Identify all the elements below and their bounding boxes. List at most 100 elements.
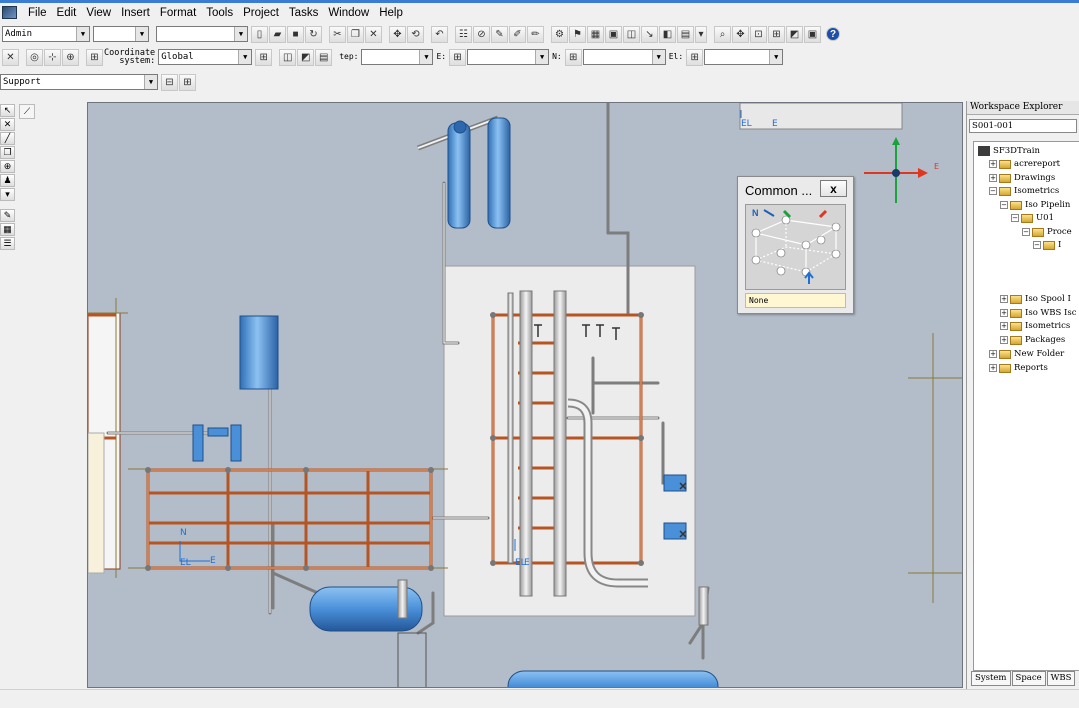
expand-toggle-icon[interactable]: − bbox=[989, 187, 997, 195]
explorer-tree[interactable]: SF3DTrain + acrereport + Drawings − Isometrics… bbox=[973, 141, 1079, 671]
pinpoint-icon[interactable]: ⊕ bbox=[62, 48, 79, 66]
chevron-down-icon[interactable]: ▾ bbox=[695, 25, 707, 43]
edit-tool-icon[interactable]: ✎ bbox=[0, 209, 15, 222]
e-coordinate-field[interactable]: ▼ bbox=[467, 49, 550, 65]
tree-item[interactable]: SF3DTrain bbox=[978, 145, 1040, 157]
list-tool-icon[interactable]: ☰ bbox=[0, 237, 15, 250]
arrow-icon[interactable]: ↘ bbox=[641, 25, 658, 43]
menu-project[interactable]: Project bbox=[238, 7, 284, 19]
support-tool-icon[interactable]: ⊟ bbox=[161, 73, 178, 91]
tree-item[interactable]: − Isometrics bbox=[989, 185, 1059, 197]
expand-toggle-icon[interactable]: + bbox=[1000, 336, 1008, 344]
el-lock-icon[interactable]: ⊞ bbox=[686, 48, 704, 66]
expand-toggle-icon[interactable]: + bbox=[989, 174, 997, 182]
expand-toggle-icon[interactable]: − bbox=[1000, 201, 1008, 209]
move-icon[interactable]: ✥ bbox=[389, 25, 406, 43]
open-icon[interactable]: ▰ bbox=[269, 25, 286, 43]
view-orient-icon[interactable]: ◩ bbox=[786, 25, 803, 43]
expand-toggle-icon[interactable]: + bbox=[1000, 295, 1008, 303]
snap-icon[interactable]: ⊹ bbox=[44, 48, 61, 66]
save-icon[interactable]: ■ bbox=[287, 25, 304, 43]
rotate-icon[interactable]: ⟲ bbox=[407, 25, 424, 43]
tree-item[interactable]: + Drawings bbox=[989, 172, 1055, 184]
cut-icon[interactable]: ✂ bbox=[329, 25, 346, 43]
tree-item[interactable]: + Isometrics bbox=[1000, 320, 1070, 332]
sketch-tool-icon[interactable]: ⟋ bbox=[19, 104, 35, 119]
person-tool-icon[interactable]: ♟ bbox=[0, 174, 15, 187]
expand-toggle-icon[interactable]: + bbox=[989, 350, 997, 358]
menu-insert[interactable]: Insert bbox=[116, 7, 155, 19]
pipe-icon[interactable]: ⚙ bbox=[551, 25, 568, 43]
help-icon[interactable]: ? bbox=[826, 27, 840, 41]
n-lock-icon[interactable]: ⊞ bbox=[564, 48, 582, 66]
menu-file[interactable]: File bbox=[23, 7, 52, 19]
grid-tool-icon[interactable]: ▦ bbox=[0, 223, 15, 236]
render-icon[interactable]: ▣ bbox=[804, 25, 821, 43]
properties-icon[interactable]: ☷ bbox=[455, 25, 472, 43]
place-tool-icon[interactable]: ⊕ bbox=[0, 160, 15, 173]
expand-toggle-icon[interactable]: + bbox=[989, 364, 997, 372]
expand-toggle-icon[interactable]: − bbox=[1033, 241, 1041, 249]
tree-item[interactable]: + Reports bbox=[989, 362, 1048, 374]
tree-item[interactable]: − Iso Pipelin bbox=[1000, 199, 1070, 211]
tree-item[interactable]: − U01 bbox=[1011, 212, 1054, 224]
align-icon[interactable]: ◩ bbox=[297, 48, 315, 66]
layout-icon[interactable]: ▤ bbox=[677, 25, 694, 43]
coordinate-system-select[interactable]: Global ▼ bbox=[158, 49, 253, 65]
grid-icon[interactable]: ▦ bbox=[587, 25, 604, 43]
edit-icon[interactable]: ✎ bbox=[491, 25, 508, 43]
target-icon[interactable]: ◎ bbox=[26, 48, 43, 66]
line-tool-icon[interactable]: ╱ bbox=[0, 132, 15, 145]
copy-icon[interactable]: ❐ bbox=[347, 25, 364, 43]
view-icon[interactable]: ◧ bbox=[659, 25, 676, 43]
menu-tools[interactable]: Tools bbox=[201, 7, 238, 19]
tab-space[interactable]: Space bbox=[1011, 671, 1046, 686]
filter-select[interactable]: ▼ bbox=[93, 26, 149, 42]
measure-icon[interactable]: ⊘ bbox=[473, 25, 490, 43]
tree-item[interactable]: + acrereport bbox=[989, 158, 1060, 170]
e-lock-icon[interactable]: ⊞ bbox=[449, 48, 467, 66]
coordinate-icon[interactable]: ⊞ bbox=[86, 48, 103, 66]
pan-icon[interactable]: ✥ bbox=[732, 25, 749, 43]
fit-icon[interactable]: ⊞ bbox=[768, 25, 785, 43]
task-select[interactable]: Support ▼ bbox=[0, 74, 158, 90]
zoom-icon[interactable]: ⌕ bbox=[714, 25, 731, 43]
equipment-icon[interactable]: ⚑ bbox=[569, 25, 586, 43]
menu-edit[interactable]: Edit bbox=[52, 7, 82, 19]
tree-item[interactable]: + Packages bbox=[1000, 334, 1065, 346]
permission-group-select[interactable]: Admin ▼ bbox=[2, 26, 90, 42]
cross-tool-icon[interactable]: ✕ bbox=[0, 118, 15, 131]
close-button[interactable]: x bbox=[820, 180, 847, 197]
pencil-icon[interactable]: ✏ bbox=[527, 25, 544, 43]
transform-icon[interactable]: ▤ bbox=[315, 48, 333, 66]
expand-toggle-icon[interactable]: − bbox=[1011, 214, 1019, 222]
tab-wbs[interactable]: WBS bbox=[1046, 671, 1076, 686]
coordinate-settings-icon[interactable]: ⊞ bbox=[255, 48, 273, 66]
select-arrow-icon[interactable]: ↖ bbox=[0, 104, 15, 117]
el-coordinate-field[interactable]: ▼ bbox=[704, 49, 784, 65]
expand-toggle-icon[interactable]: − bbox=[1022, 228, 1030, 236]
view-cube-diagram[interactable]: N bbox=[745, 204, 846, 290]
menu-format[interactable]: Format bbox=[155, 7, 201, 19]
zoom-area-icon[interactable]: ⊡ bbox=[750, 25, 767, 43]
select-icon[interactable]: ▣ bbox=[605, 25, 622, 43]
route-icon[interactable]: ◫ bbox=[623, 25, 640, 43]
tree-item[interactable]: + Iso WBS Isc bbox=[1000, 307, 1077, 319]
explorer-filter-field[interactable]: S001-001 bbox=[969, 119, 1077, 133]
delete-icon[interactable]: ✕ bbox=[365, 25, 382, 43]
undo-icon[interactable]: ↶ bbox=[431, 25, 448, 43]
tab-system[interactable]: System bbox=[971, 671, 1011, 686]
n-coordinate-field[interactable]: ▼ bbox=[582, 49, 666, 65]
tree-item[interactable]: − I bbox=[1033, 239, 1061, 251]
menu-view[interactable]: View bbox=[81, 7, 116, 19]
menu-window[interactable]: Window bbox=[323, 7, 374, 19]
support-list-icon[interactable]: ⊞ bbox=[179, 73, 196, 91]
expand-toggle-icon[interactable]: + bbox=[989, 160, 997, 168]
copy-tool-icon[interactable]: ❐ bbox=[0, 146, 15, 159]
step-select[interactable]: ▼ bbox=[361, 49, 434, 65]
menu-tasks[interactable]: Tasks bbox=[284, 7, 323, 19]
expand-toggle-icon[interactable]: + bbox=[1000, 309, 1008, 317]
menu-help[interactable]: Help bbox=[374, 7, 408, 19]
tree-item[interactable]: + New Folder bbox=[989, 348, 1064, 360]
expand-toggle-icon[interactable]: + bbox=[1000, 322, 1008, 330]
